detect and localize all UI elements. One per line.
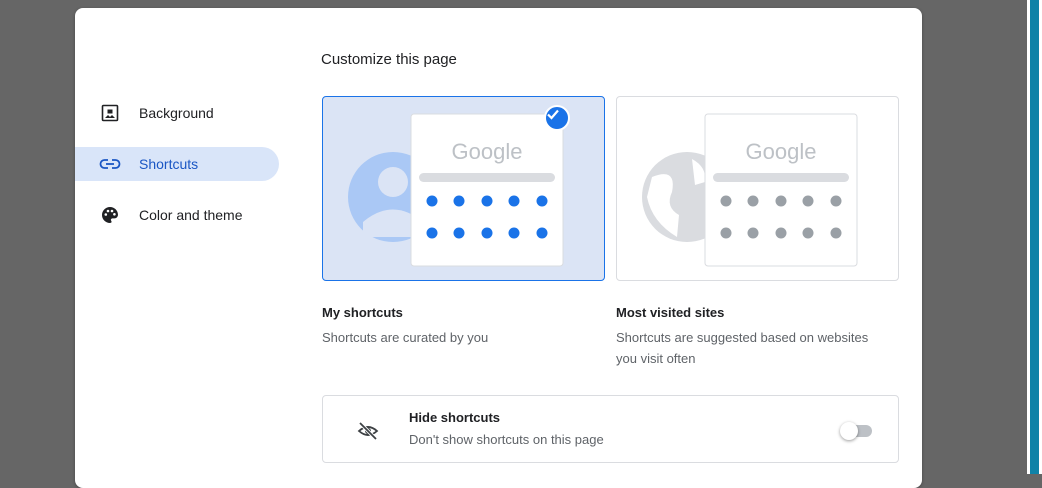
hide-shortcuts-subtitle: Don't show shortcuts on this page xyxy=(409,432,604,447)
image-icon xyxy=(99,102,121,124)
most-visited-preview: Google xyxy=(642,113,858,267)
sidebar-item-label: Color and theme xyxy=(139,207,243,223)
sidebar-item-label: Background xyxy=(139,105,214,121)
sidebar-item-background[interactable]: Background xyxy=(75,96,279,130)
dialog-title: Customize this page xyxy=(321,51,457,68)
most-visited-description-line1: Shortcuts are suggested based on website… xyxy=(616,330,869,345)
sidebar-item-shortcuts[interactable]: Shortcuts xyxy=(75,147,279,181)
sidebar-item-label: Shortcuts xyxy=(139,156,199,172)
check-icon xyxy=(544,105,570,131)
eye-off-icon xyxy=(357,420,379,442)
my-shortcuts-title: My shortcuts xyxy=(322,305,403,320)
hide-shortcuts-title: Hide shortcuts xyxy=(409,410,501,425)
most-visited-description-line2: you visit often xyxy=(616,351,696,366)
my-shortcuts-card[interactable]: Google xyxy=(322,96,605,281)
google-logo-text: Google xyxy=(746,139,817,164)
my-shortcuts-description: Shortcuts are curated by you xyxy=(322,330,489,345)
most-visited-title: Most visited sites xyxy=(616,305,725,320)
background-accent-bar xyxy=(1030,0,1039,474)
toggle-knob xyxy=(840,422,858,440)
link-icon xyxy=(99,153,121,175)
hide-shortcuts-toggle[interactable] xyxy=(840,420,874,440)
most-visited-card[interactable]: Google xyxy=(616,96,899,281)
background-window-edge xyxy=(1027,0,1042,474)
hide-shortcuts-row: Hide shortcuts Don't show shortcuts on t… xyxy=(322,395,899,463)
palette-icon xyxy=(99,204,121,226)
sidebar-item-color-and-theme[interactable]: Color and theme xyxy=(75,198,279,232)
customize-dialog: Customize this page Background Shortcuts xyxy=(75,8,922,488)
google-logo-text: Google xyxy=(452,139,523,164)
